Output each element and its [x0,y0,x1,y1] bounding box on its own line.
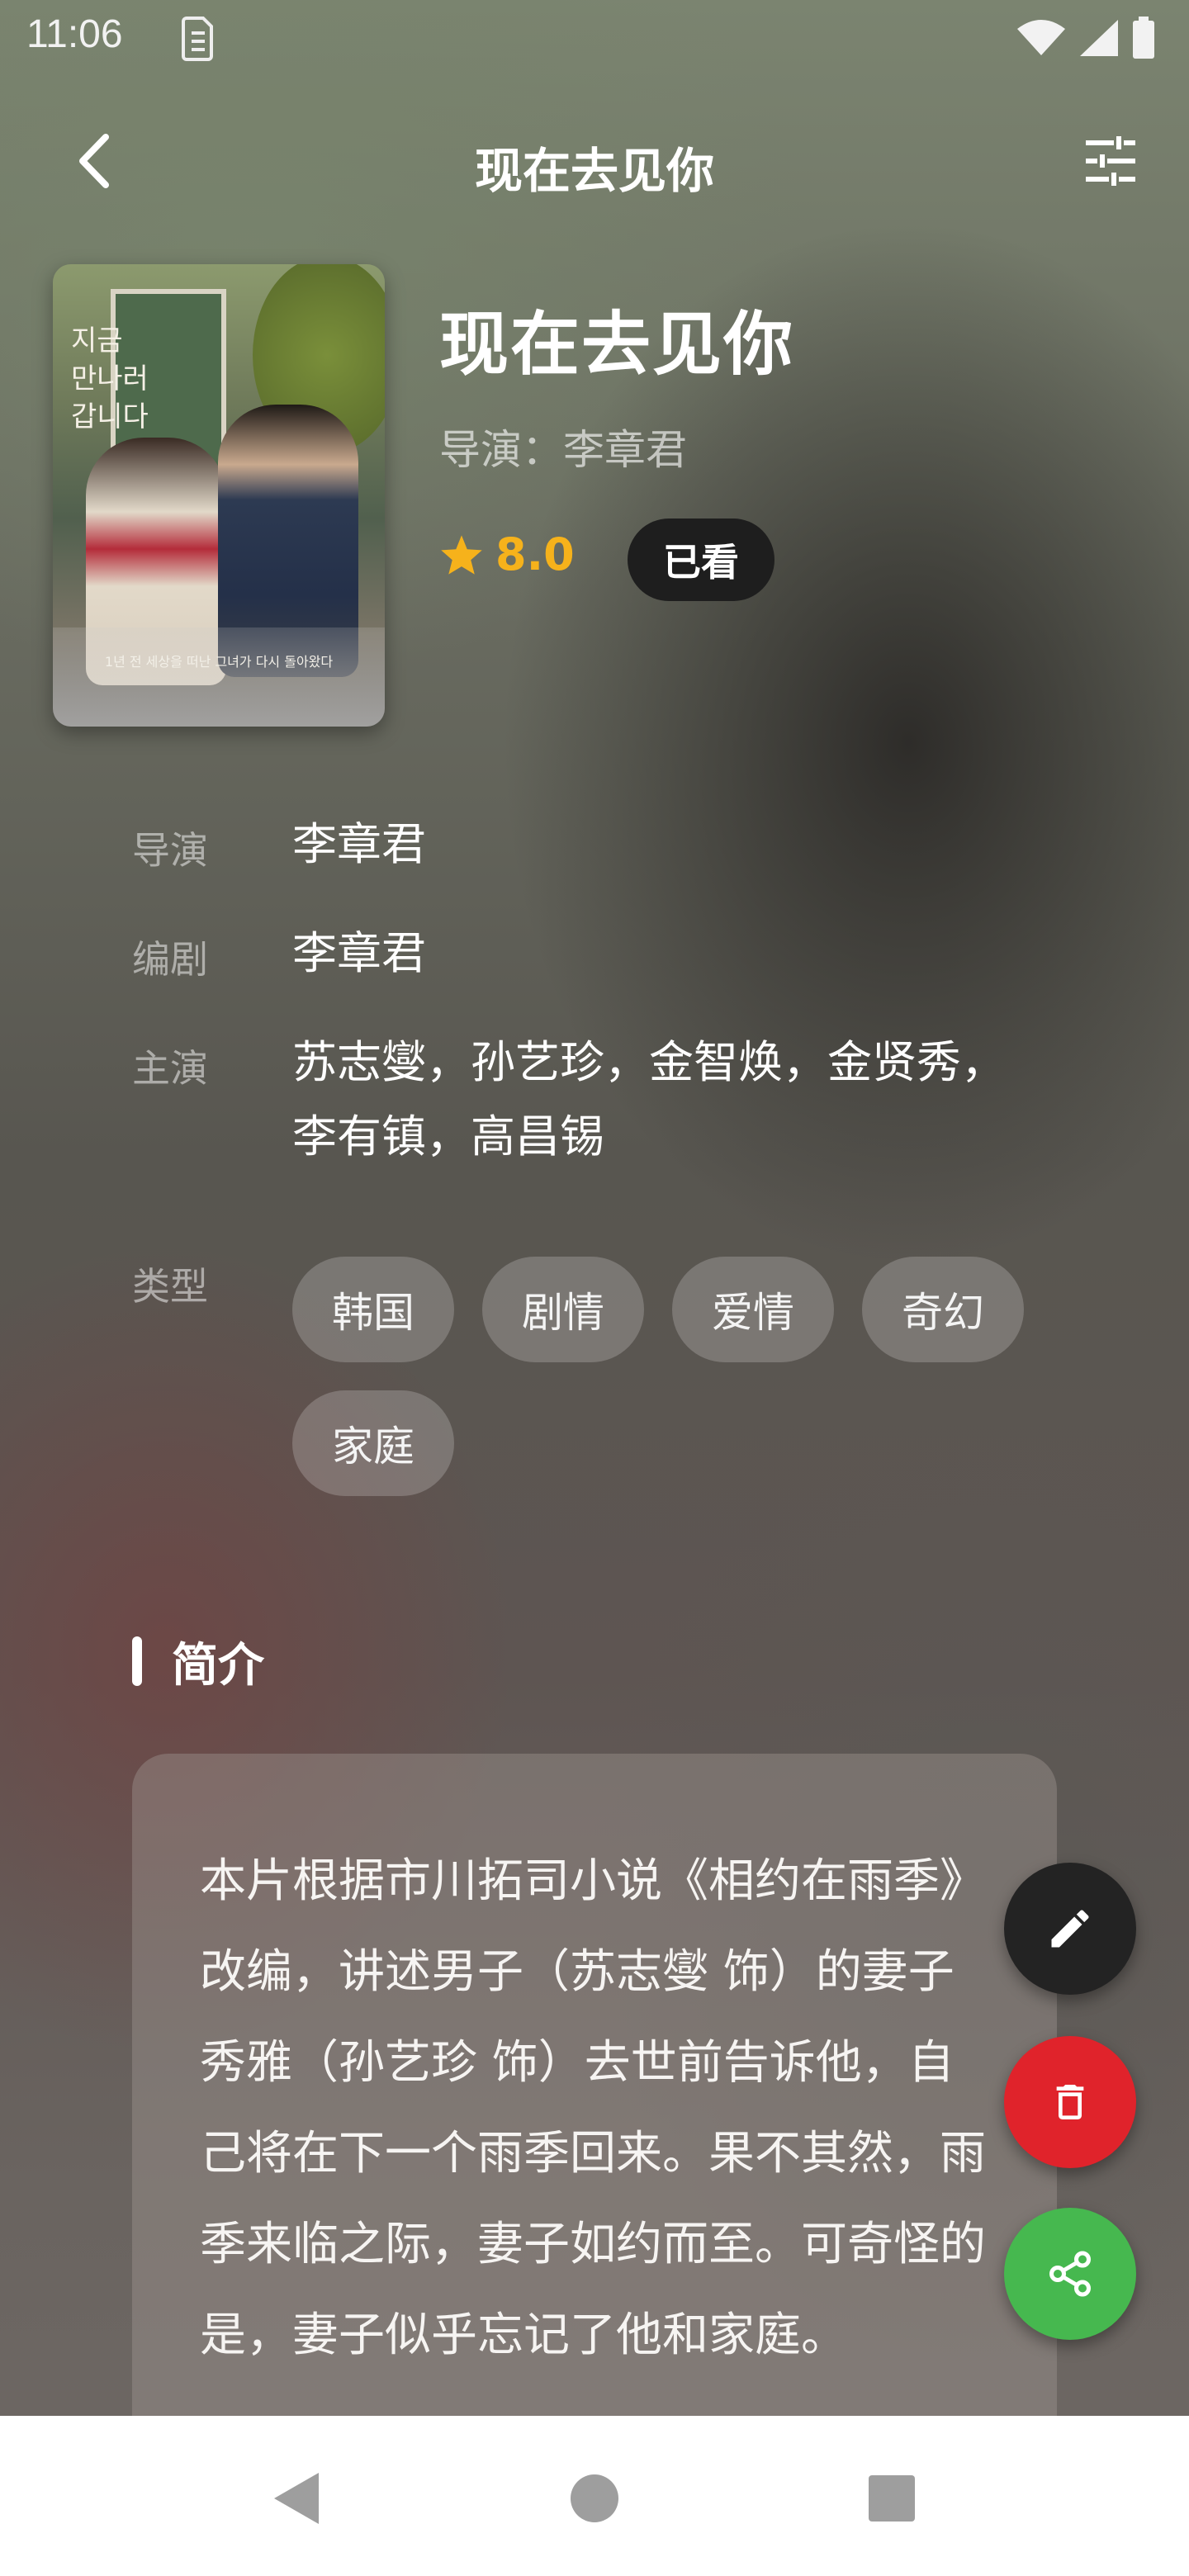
synopsis-header: 简介 [132,1635,264,1693]
edit-icon [1051,1910,1089,1948]
share-button[interactable] [1004,2208,1136,2340]
info-row-director: 导演 李章君 [132,817,1040,900]
nav-recents-button[interactable] [859,2465,925,2531]
cast-value: 苏志燮，孙艺珍，金智焕，金贤秀，李有镇，高昌锡 [292,1036,1006,1163]
wifi-icon [1017,20,1065,55]
movie-director: 导演：李章君 [439,426,687,474]
info-row-cast: 主演 苏志燮，孙艺珍，金智焕，金贤秀，李有镇，高昌锡 [132,1035,1040,1200]
director-value: 李章君 [292,818,426,870]
square-recents-icon [869,2475,915,2522]
synopsis-title: 简介 [172,1638,264,1693]
status-bar: 11:06 [0,0,1189,79]
rating-value: 8.0 [495,528,575,580]
synopsis-text: 本片根据市川拓司小说《相约在雨季》改编，讲述男子（苏志燮 饰）的妻子秀雅（孙艺珍… [200,1854,986,2362]
top-app-bar: 现在去见你 [0,99,1189,223]
section-accent-bar [132,1636,142,1686]
writer-value: 李章君 [292,927,426,979]
genre-chip[interactable]: 剧情 [482,1257,644,1362]
delete-icon [1056,2085,1084,2119]
nav-back-button[interactable] [263,2465,329,2531]
system-navigation-bar [0,2416,1189,2576]
poster-tagline: 1년 전 세상을 떠난 그녀가 다시 돌아왔다 [104,654,334,670]
cast-label: 主演 [132,1046,208,1091]
signal-icon [1080,20,1118,56]
rating: 8.0 [439,528,575,580]
genre-chip[interactable]: 韩国 [292,1257,454,1362]
writer-label: 编剧 [132,937,208,982]
edit-button[interactable] [1004,1863,1136,1995]
movie-poster: 지금 만나러 갑니다 1년 전 세상을 떠난 그녀가 다시 돌아왔다 [53,264,385,727]
info-row-writer: 编剧 李章君 [132,926,1040,1009]
genre-chips: 韩国 剧情 爱情 奇幻 家庭 [292,1257,1052,1496]
genre-chip[interactable]: 家庭 [292,1390,454,1496]
page-title: 现在去见你 [474,143,714,199]
director-label: 导演 [132,828,208,873]
genre-label: 类型 [132,1264,208,1309]
delete-button[interactable] [1004,2036,1136,2168]
share-icon [1049,2251,1091,2297]
movie-title: 现在去见你 [439,304,795,385]
info-row-genre: 类型 韩国 剧情 爱情 奇幻 家庭 [132,1257,1040,1504]
star-icon [441,534,482,575]
poster-title-text: 지금 만나러 갑니다 [71,324,149,433]
circle-home-icon [571,2474,618,2522]
genre-chip[interactable]: 奇幻 [862,1257,1024,1362]
filter-button[interactable] [1073,124,1148,198]
nav-home-button[interactable] [561,2465,628,2531]
status-time: 11:06 [26,12,123,56]
tune-icon [1086,136,1135,186]
battery-icon [1133,17,1154,59]
watched-status-chip[interactable]: 已看 [628,519,775,601]
sim-card-icon [182,17,213,61]
genre-chip[interactable]: 爱情 [672,1257,834,1362]
triangle-back-icon [274,2473,319,2524]
poster-ground [53,627,385,727]
